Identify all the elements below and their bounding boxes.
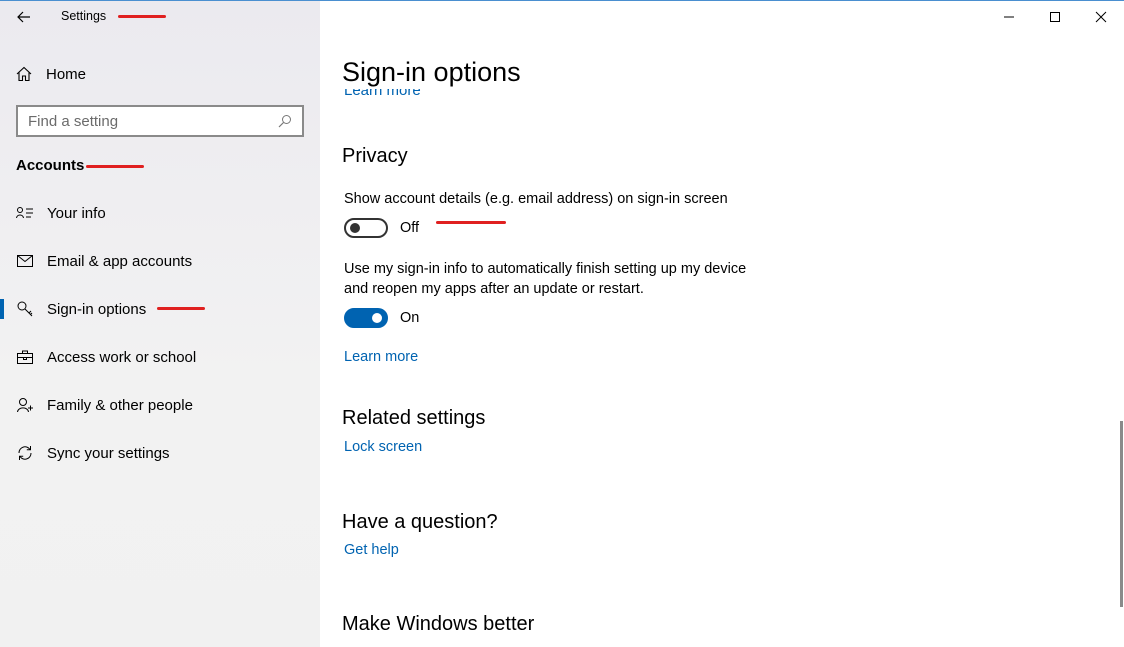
back-arrow-icon (17, 11, 30, 23)
toggle-state-label: On (400, 310, 420, 326)
person-add-icon (16, 396, 34, 414)
maximize-button[interactable] (1032, 1, 1078, 33)
home-label: Home (46, 65, 87, 83)
show-account-details-row: Off (344, 217, 419, 239)
sidebar-item-access-work-school[interactable]: Access work or school (0, 335, 320, 379)
vertical-scrollbar[interactable] (1120, 421, 1123, 607)
show-account-details-toggle[interactable] (344, 218, 388, 238)
privacy-heading: Privacy (342, 145, 408, 167)
annotation-mark (436, 221, 506, 224)
window-controls (986, 1, 1124, 33)
sidebar-item-family-other-people[interactable]: Family & other people (0, 383, 320, 427)
use-sign-in-info-toggle[interactable] (344, 308, 388, 328)
mail-icon (16, 252, 34, 270)
learn-more-link[interactable]: Learn more (344, 349, 418, 365)
back-button[interactable] (10, 5, 38, 29)
briefcase-icon (16, 348, 34, 366)
sidebar-item-label: Sign-in options (47, 300, 147, 318)
toggle-state-label: Off (400, 220, 420, 236)
section-title-accounts: Accounts (16, 157, 85, 174)
sidebar: Settings Home Accounts (0, 1, 320, 647)
related-settings-heading: Related settings (342, 407, 486, 429)
annotation-mark (86, 165, 144, 168)
sidebar-item-sign-in-options[interactable]: Sign-in options (0, 287, 320, 331)
home-link[interactable]: Home (16, 63, 86, 85)
titlebar-left: Settings (0, 1, 320, 33)
search-icon[interactable] (278, 114, 292, 128)
app-title: Settings (61, 9, 107, 23)
sidebar-item-sync-settings[interactable]: Sync your settings (0, 431, 320, 475)
sidebar-item-label: Family & other people (47, 396, 193, 414)
person-card-icon (16, 204, 34, 222)
sidebar-item-email-app-accounts[interactable]: Email & app accounts (0, 239, 320, 283)
close-button[interactable] (1078, 1, 1124, 33)
sidebar-item-label: Access work or school (47, 348, 197, 366)
use-sign-in-info-row: On (344, 307, 419, 329)
make-windows-better-heading: Make Windows better (342, 613, 535, 635)
search-box[interactable] (16, 105, 304, 137)
sidebar-item-label: Sync your settings (47, 444, 170, 462)
main-content: Sign-in options Learn more Privacy Show … (320, 1, 1124, 647)
sidebar-item-your-info[interactable]: Your info (0, 191, 320, 235)
sync-icon (16, 444, 34, 462)
page-title: Sign-in options (342, 57, 521, 87)
lock-screen-link[interactable]: Lock screen (344, 439, 422, 455)
minimize-button[interactable] (986, 1, 1032, 33)
selection-indicator (0, 299, 4, 319)
close-icon (1095, 11, 1107, 23)
annotation-mark (118, 15, 166, 18)
key-icon (16, 300, 34, 318)
get-help-link[interactable]: Get help (344, 542, 399, 558)
use-sign-in-info-label: Use my sign-in info to automatically fin… (344, 261, 747, 297)
settings-window: Settings Home Accounts (0, 0, 1124, 647)
sidebar-item-label: Email & app accounts (47, 252, 193, 270)
home-icon (16, 66, 32, 82)
minimize-icon (1004, 16, 1014, 18)
maximize-icon (1050, 12, 1060, 22)
search-input[interactable] (28, 112, 278, 130)
annotation-mark (157, 307, 205, 310)
show-account-details-label: Show account details (e.g. email address… (344, 191, 728, 207)
have-a-question-heading: Have a question? (342, 511, 498, 533)
sidebar-item-label: Your info (47, 204, 106, 222)
learn-more-link-clipped[interactable]: Learn more (344, 89, 421, 99)
